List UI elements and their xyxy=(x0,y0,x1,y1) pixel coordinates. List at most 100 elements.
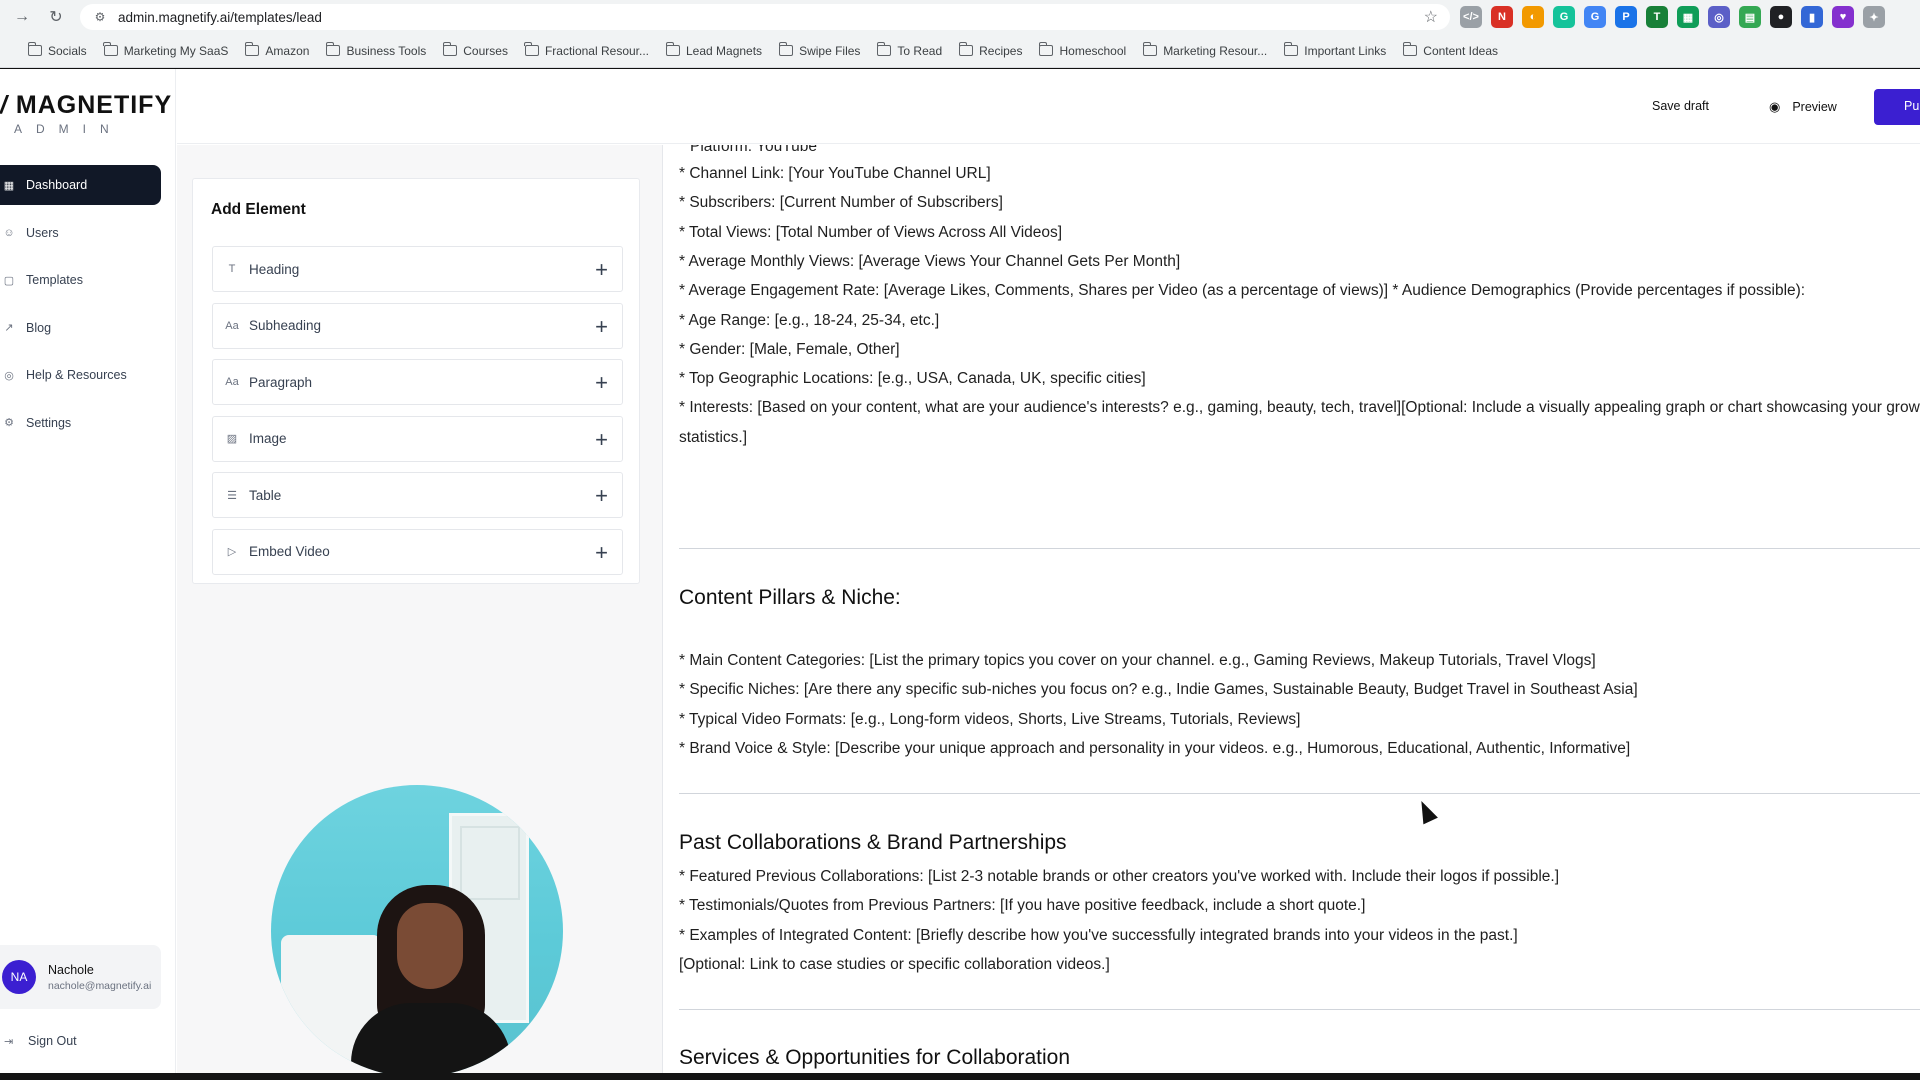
sidebar-item-dashboard[interactable]: ▦ Dashboard xyxy=(0,165,161,205)
grid-ext-icon[interactable]: ▤ xyxy=(1739,6,1761,28)
plus-icon[interactable]: + xyxy=(595,314,608,340)
paragraph-line: * Interests: [Based on your content, wha… xyxy=(679,399,1920,417)
browser-toolbar: → ↻ ⚙ admin.magnetify.ai/templates/lead … xyxy=(0,0,1920,34)
bookmark-item[interactable]: Socials xyxy=(27,42,87,58)
t-ext-icon[interactable]: T xyxy=(1646,6,1668,28)
palette-ext-icon[interactable]: ◐ xyxy=(1522,6,1544,28)
sidebar-item-settings[interactable]: ⚙ Settings xyxy=(0,403,161,443)
element-label: Paragraph xyxy=(249,374,313,390)
add-embed-video-row[interactable]: ▷ Embed Video + xyxy=(212,528,623,575)
element-builder: Add Element T Heading + Aa Subheading + Aa Para… xyxy=(177,145,663,1077)
user-name: Nachole xyxy=(48,962,94,977)
bookmark-item[interactable]: Marketing Resour... xyxy=(1142,42,1267,58)
bookmark-item[interactable]: Recipes xyxy=(958,42,1022,58)
forward-icon[interactable]: → xyxy=(8,3,36,31)
new-ext-icon[interactable]: N xyxy=(1491,6,1513,28)
sidebar: / MAGNETIFY ADMIN ▦ Dashboard ☺ Users ▢ Templ… xyxy=(0,69,176,1073)
paragraph-line: * Examples of Integrated Content: [Brief… xyxy=(679,926,1518,944)
paragraph-line: [Optional: Link to case studies or speci… xyxy=(679,955,1110,973)
document-canvas[interactable]: Platform: YouTube * Channel Link: [Your Y… xyxy=(664,145,1920,1073)
folder-icon xyxy=(325,42,341,56)
embed-video-icon: ▷ xyxy=(227,546,237,558)
element-label: Embed Video xyxy=(249,544,330,559)
bookmark-item[interactable]: Business Tools xyxy=(325,42,427,58)
plus-icon[interactable]: + xyxy=(595,540,608,566)
bookmark-label: Amazon xyxy=(265,43,310,58)
paragraph-line: * Main Content Categories: [List the pri… xyxy=(679,652,1596,669)
google-icon[interactable]: G xyxy=(1584,6,1606,28)
bookmark-item[interactable]: Important Links xyxy=(1283,42,1386,58)
sign-out-button[interactable]: ⇥ Sign Out xyxy=(4,1034,77,1048)
bookmark-label: Content Ideas xyxy=(1423,43,1498,58)
bottom-strip xyxy=(0,1073,1920,1080)
partial-line: Platform: YouTube xyxy=(690,145,817,155)
paragraph-line: statistics.] xyxy=(679,428,748,446)
bookmark-item[interactable]: Amazon xyxy=(244,42,310,58)
divider xyxy=(679,1009,1920,1010)
sidebar-item-help-resources[interactable]: ◎ Help & Resources xyxy=(0,355,161,395)
bookmark-item[interactable]: Lead Magnets xyxy=(665,42,762,58)
plus-icon[interactable]: + xyxy=(595,370,608,396)
dark-ext-icon[interactable]: ● xyxy=(1770,6,1792,28)
p-ext-icon[interactable]: P xyxy=(1615,6,1637,28)
bookmark-label: To Read xyxy=(897,43,943,58)
bookmark-item[interactable]: Content Ideas xyxy=(1402,42,1498,58)
url-text: admin.magnetify.ai/templates/lead xyxy=(118,9,322,25)
bookmark-item[interactable]: Courses xyxy=(442,42,508,58)
preview-label: Preview xyxy=(1792,100,1837,114)
add-heading-row[interactable]: T Heading + xyxy=(212,246,623,292)
bookmark-item[interactable]: To Read xyxy=(876,42,943,58)
logo-text: MAGNETIFY xyxy=(15,91,173,119)
folder-icon xyxy=(103,42,118,56)
sidebar-item-users[interactable]: ☺ Users xyxy=(0,213,161,253)
paragraph-line: * Top Geographic Locations: [e.g., USA, … xyxy=(679,370,1146,388)
publish-button[interactable]: Pu xyxy=(1874,89,1920,125)
subheading-icon: Aa xyxy=(225,319,239,332)
sidebar-item-blog[interactable]: ↗ Blog xyxy=(0,308,161,348)
sidebar-nav: ▦ Dashboard ☺ Users ▢ Templates ↗ Blog ◎ Help & R… xyxy=(0,165,161,450)
element-label: Heading xyxy=(249,261,300,277)
o-ext-icon[interactable]: ◎ xyxy=(1708,6,1730,28)
editor-topbar: Save draft ◉ Preview Pu xyxy=(177,69,1920,144)
plus-icon[interactable]: + xyxy=(595,427,608,453)
reload-icon[interactable]: ↻ xyxy=(42,3,70,31)
divider xyxy=(679,793,1920,794)
presenter-face xyxy=(397,903,463,989)
preview-button[interactable]: ◉ Preview xyxy=(1769,99,1837,115)
add-subheading-row[interactable]: Aa Subheading + xyxy=(212,302,623,349)
paragraph-line: * Age Range: [e.g., 18-24, 25-34, etc.] xyxy=(679,311,940,329)
plus-icon[interactable]: + xyxy=(595,257,608,283)
paragraph-line: * Average Engagement Rate: [Average Like… xyxy=(679,282,1806,300)
bookmark-label: Fractional Resour... xyxy=(544,43,649,58)
heart-ext-icon[interactable]: ♥ xyxy=(1832,6,1854,28)
logo: / MAGNETIFY ADMIN xyxy=(0,91,173,136)
chart-ext-icon[interactable]: ▮ xyxy=(1801,6,1823,28)
sidebar-item-label: Blog xyxy=(26,320,52,335)
sidebar-item-templates[interactable]: ▢ Templates xyxy=(0,260,161,300)
bookmark-label: Business Tools xyxy=(346,43,427,58)
add-table-row[interactable]: ☰ Table + xyxy=(212,472,623,518)
heading-icon: T xyxy=(228,263,236,275)
folder-icon xyxy=(244,42,260,56)
bookmark-item[interactable]: Fractional Resour... xyxy=(524,42,649,58)
save-draft-button[interactable]: Save draft xyxy=(1652,99,1709,113)
address-bar[interactable]: ⚙ admin.magnetify.ai/templates/lead ☆ xyxy=(80,4,1450,30)
bookmark-item[interactable]: Marketing My SaaS xyxy=(103,42,228,58)
puzzle-ext-icon[interactable]: ✦ xyxy=(1863,6,1885,28)
grammarly-icon[interactable]: G xyxy=(1553,6,1575,28)
bookmark-star-icon[interactable]: ☆ xyxy=(1424,7,1438,27)
bookmark-item[interactable]: Swipe Files xyxy=(778,42,860,58)
add-paragraph-row[interactable]: Aa Paragraph + xyxy=(212,359,623,405)
code-ext-icon[interactable]: </> xyxy=(1460,6,1482,28)
bookmark-item[interactable]: Homeschool xyxy=(1038,42,1126,58)
sheets-ext-icon[interactable]: ▦ xyxy=(1677,6,1699,28)
folder-icon xyxy=(958,42,974,56)
add-element-panel: Add Element T Heading + Aa Subheading + Aa Para… xyxy=(192,178,640,584)
divider xyxy=(679,548,1920,549)
site-settings-icon[interactable]: ⚙ xyxy=(92,9,108,25)
user-card[interactable]: NA Nachole nachole@magnetify.ai xyxy=(0,945,161,1009)
folder-icon xyxy=(442,42,458,56)
plus-icon[interactable]: + xyxy=(595,483,608,509)
add-image-row[interactable]: ▨ Image + xyxy=(212,415,623,462)
app: / MAGNETIFY ADMIN ▦ Dashboard ☺ Users ▢ Templ… xyxy=(0,69,1920,1077)
